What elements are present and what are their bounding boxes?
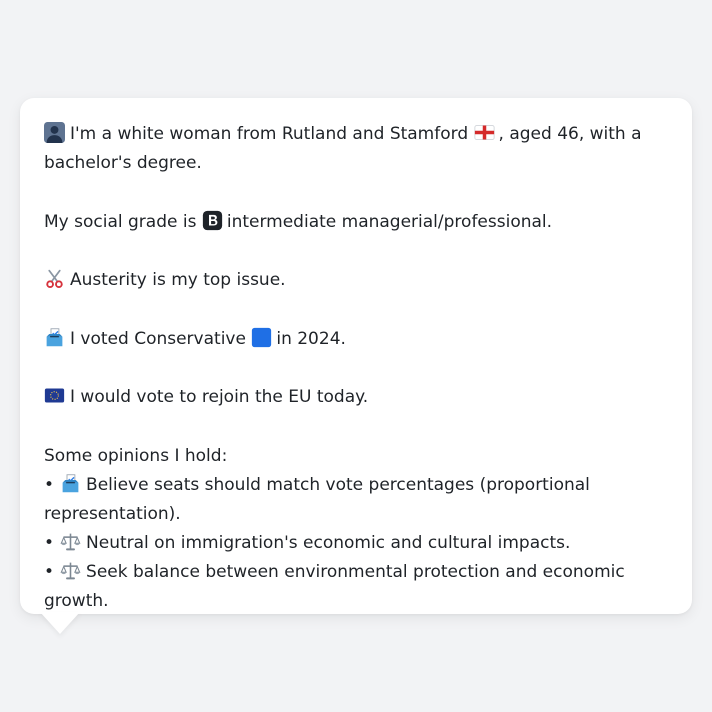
grade-text-part2: intermediate managerial/professional. xyxy=(226,211,553,232)
eu-text: I would vote to rejoin the EU today. xyxy=(70,387,369,407)
top-issue-paragraph: Austerity is my top issue. xyxy=(44,266,672,295)
top-issue-text: Austerity is my top issue. xyxy=(70,270,286,290)
ballot-box-icon xyxy=(60,473,81,494)
person-silhouette-icon xyxy=(44,122,65,143)
opinion-item: • Believe seats should match vote percen… xyxy=(44,471,672,529)
opinion-text: Believe seats should match vote percenta… xyxy=(44,474,590,524)
bubble-tail xyxy=(40,612,80,634)
opinions-paragraph: Some opinions I hold: • Believe seats sh… xyxy=(44,442,672,616)
opinion-text: Seek balance between environmental prote… xyxy=(44,561,625,611)
balance-scale-icon xyxy=(60,560,81,581)
vote-paragraph: I voted Conservative in 2024. xyxy=(44,325,672,354)
bullet: • xyxy=(44,561,55,582)
grade-text-part1: My social grade is xyxy=(44,211,197,232)
opinion-item: • Neutral on immigration's economic and … xyxy=(44,529,672,558)
intro-paragraph: I'm a white woman from Rutland and Stamf… xyxy=(44,120,672,178)
persona-message-bubble: I'm a white woman from Rutland and Stamf… xyxy=(20,98,692,614)
scissors-icon xyxy=(44,268,65,289)
letter-b-icon xyxy=(202,210,223,231)
england-flag-icon xyxy=(473,122,495,143)
balance-scale-icon xyxy=(60,531,81,552)
blue-square-icon xyxy=(251,327,272,348)
social-grade-paragraph: My social grade is intermediate manageri… xyxy=(44,208,672,237)
bullet: • xyxy=(44,532,55,553)
eu-flag-icon xyxy=(44,385,65,406)
eu-paragraph: I would vote to rejoin the EU today. xyxy=(44,383,672,412)
vote-text-part1: I voted Conservative xyxy=(70,328,246,349)
intro-text-part1: I'm a white woman from Rutland and Stamf… xyxy=(70,124,469,144)
opinions-heading: Some opinions I hold: xyxy=(44,445,228,466)
opinion-text: Neutral on immigration's economic and cu… xyxy=(86,532,571,553)
bullet: • xyxy=(44,474,55,495)
ballot-box-icon xyxy=(44,327,65,348)
opinion-item: • Seek balance between environmental pro… xyxy=(44,558,672,616)
vote-text-part2: in 2024. xyxy=(276,328,346,349)
